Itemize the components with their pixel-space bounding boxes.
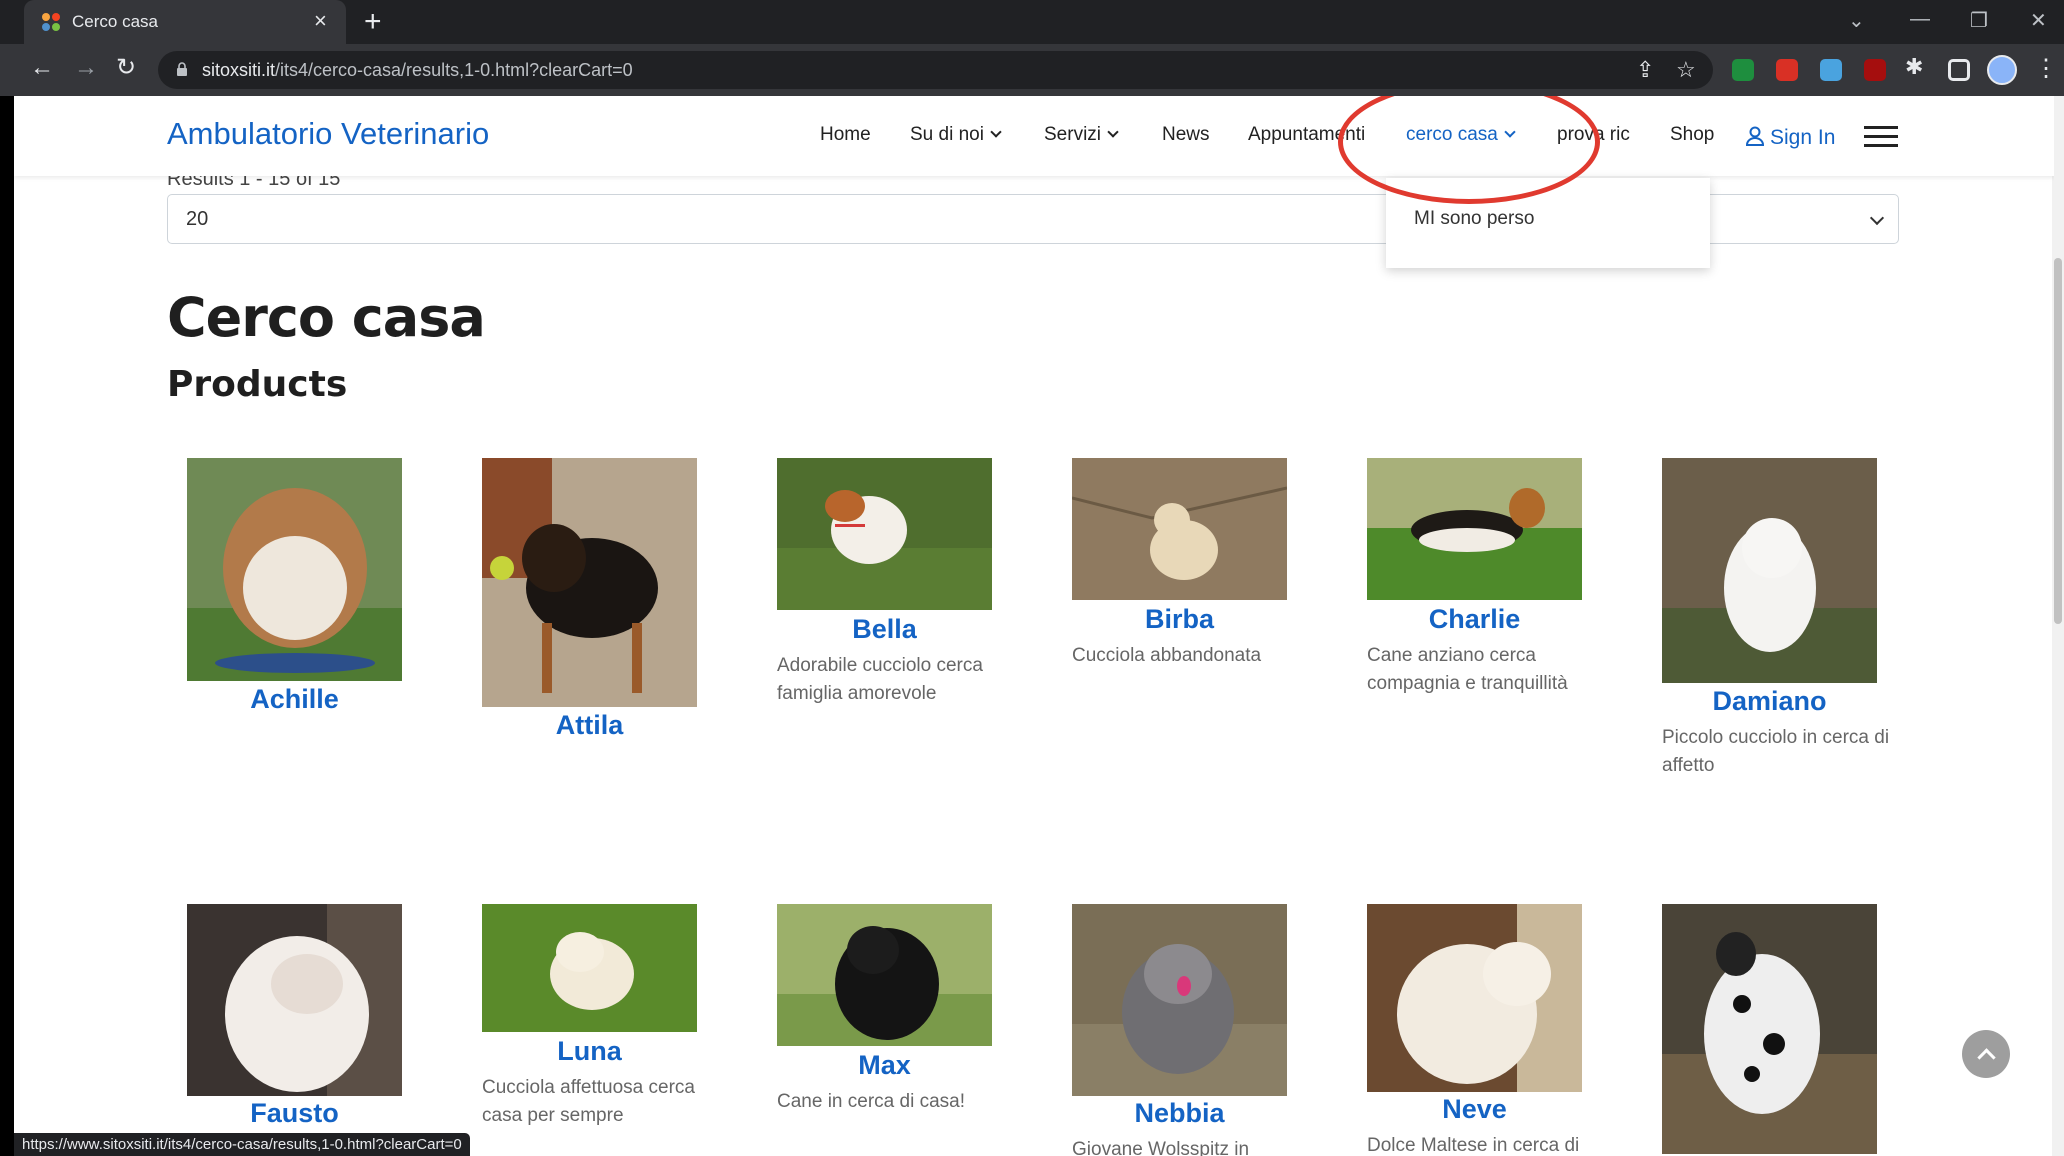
minimize-icon[interactable]: — <box>1910 8 1930 31</box>
sign-in-label: Sign In <box>1770 126 1836 149</box>
product-description: Piccolo cucciolo in cerca di affetto <box>1662 727 1890 776</box>
status-bar-url: https://www.sitoxsiti.it/its4/cerco-casa… <box>14 1133 470 1156</box>
adblock-icon[interactable] <box>1776 59 1798 81</box>
site-header: Ambulatorio Veterinario Home Su di noi S… <box>14 96 2054 176</box>
tab-close-icon[interactable]: × <box>314 9 327 33</box>
results-limit-value: 20 <box>186 208 209 230</box>
product-name[interactable]: Achille <box>187 684 402 715</box>
product-name[interactable]: Nebbia <box>1072 1098 1287 1129</box>
extensions-icon[interactable]: ✱ <box>1905 54 1923 80</box>
extension-green-icon[interactable] <box>1732 59 1754 81</box>
url-path: /its4/cerco-casa/results,1-0.html?clearC… <box>275 60 633 80</box>
product-photo[interactable] <box>1662 458 1877 683</box>
left-edge <box>0 96 14 1156</box>
site-brand[interactable]: Ambulatorio Veterinario <box>167 116 489 152</box>
share-icon[interactable]: ⇪ <box>1636 57 1654 83</box>
chevron-down-icon <box>1869 210 1885 226</box>
browser-tab[interactable]: Cerco casa × <box>24 0 346 44</box>
ublock-icon[interactable] <box>1864 59 1886 81</box>
hamburger-menu-icon[interactable] <box>1864 126 1898 148</box>
product-photo[interactable] <box>187 904 402 1096</box>
back-to-top-button[interactable] <box>1962 1030 2010 1078</box>
product-photo[interactable] <box>1072 904 1287 1096</box>
product-photo[interactable] <box>1072 458 1287 600</box>
address-bar[interactable]: sitoxsiti.it/its4/cerco-casa/results,1-0… <box>158 51 1713 89</box>
product-name[interactable]: Attila <box>482 710 697 741</box>
extension-blue-icon[interactable] <box>1820 59 1842 81</box>
chevron-down-icon <box>1107 126 1119 138</box>
lock-icon <box>177 62 187 76</box>
product-photo[interactable] <box>1367 458 1582 600</box>
product-photo[interactable] <box>482 458 697 707</box>
product-description: Cane anziano cerca compagnia e tranquill… <box>1367 645 1568 694</box>
product-photo[interactable] <box>1662 904 1877 1154</box>
web-page: Ambulatorio Veterinario Home Su di noi S… <box>14 96 2054 1156</box>
nav-shop[interactable]: Shop <box>1670 124 1714 146</box>
chevron-down-icon <box>990 126 1002 138</box>
url-host: sitoxsiti.it <box>202 60 276 80</box>
restore-icon[interactable]: ❐ <box>1970 8 1988 33</box>
product-photo[interactable] <box>187 458 402 681</box>
profile-avatar[interactable] <box>1987 55 2017 85</box>
product-name[interactable]: Max <box>777 1050 992 1081</box>
nav-news[interactable]: News <box>1162 124 1210 146</box>
tab-title: Cerco casa <box>72 12 158 31</box>
scrollbar-thumb[interactable] <box>2054 258 2062 624</box>
product-name[interactable]: Birba <box>1072 604 1287 635</box>
product-name[interactable]: Charlie <box>1367 604 1582 635</box>
scrollbar-track[interactable] <box>2052 96 2064 1156</box>
product-description: Giovane Wolsspitz in <box>1072 1139 1250 1156</box>
product-name[interactable]: Damiano <box>1662 686 1877 717</box>
product-description: Dolce Maltese in cerca di <box>1367 1135 1580 1156</box>
product-name[interactable]: Luna <box>482 1036 697 1067</box>
product-photo[interactable] <box>1367 904 1582 1092</box>
menu-icon[interactable]: ⋮ <box>2034 54 2058 83</box>
url-text: sitoxsiti.it/its4/cerco-casa/results,1-0… <box>202 60 633 81</box>
back-icon[interactable]: ← <box>30 54 54 82</box>
forward-icon[interactable]: → <box>74 54 98 82</box>
product-name[interactable]: Bella <box>777 614 992 645</box>
product-description: Cane in cerca di casa! <box>777 1091 965 1112</box>
product-description: Cucciola abbandonata <box>1072 645 1262 666</box>
nav-servizi[interactable]: Servizi <box>1044 124 1119 146</box>
product-photo[interactable] <box>777 458 992 610</box>
page-title: Cerco casa <box>167 286 486 349</box>
product-description: Cucciola affettuosa cerca casa per sempr… <box>482 1077 695 1126</box>
sidepanel-icon[interactable] <box>1948 59 1970 81</box>
section-title: Products <box>167 364 348 405</box>
reload-icon[interactable]: ↻ <box>116 54 136 82</box>
window-close-icon[interactable]: ✕ <box>2030 8 2047 33</box>
nav-su-di-noi[interactable]: Su di noi <box>910 124 1002 146</box>
product-photo[interactable] <box>482 904 697 1032</box>
nav-home[interactable]: Home <box>820 124 871 146</box>
nav-su-di-noi-label: Su di noi <box>910 124 984 145</box>
nav-servizi-label: Servizi <box>1044 124 1102 145</box>
product-name[interactable]: Neve <box>1367 1094 1582 1125</box>
user-icon <box>1746 126 1764 146</box>
product-name[interactable]: Fausto <box>187 1098 402 1129</box>
new-tab-icon[interactable]: + <box>364 6 382 38</box>
tab-strip: Cerco casa × + ⌄ — ❐ ✕ <box>0 0 2064 44</box>
sign-in-link[interactable]: Sign In <box>1746 124 1835 150</box>
product-description: Adorabile cucciolo cerca famiglia amorev… <box>777 655 983 704</box>
tab-search-icon[interactable]: ⌄ <box>1848 8 1865 33</box>
product-photo[interactable] <box>777 904 992 1046</box>
joomla-favicon-icon <box>42 13 60 31</box>
browser-window: Cerco casa × + ⌄ — ❐ ✕ ← → ↻ sitoxsiti.i… <box>0 0 2064 1156</box>
star-icon[interactable]: ☆ <box>1676 57 1696 83</box>
dropdown-item-mi-sono-perso[interactable]: MI sono perso <box>1414 208 1534 230</box>
browser-toolbar: ← → ↻ sitoxsiti.it/its4/cerco-casa/resul… <box>0 44 2064 96</box>
